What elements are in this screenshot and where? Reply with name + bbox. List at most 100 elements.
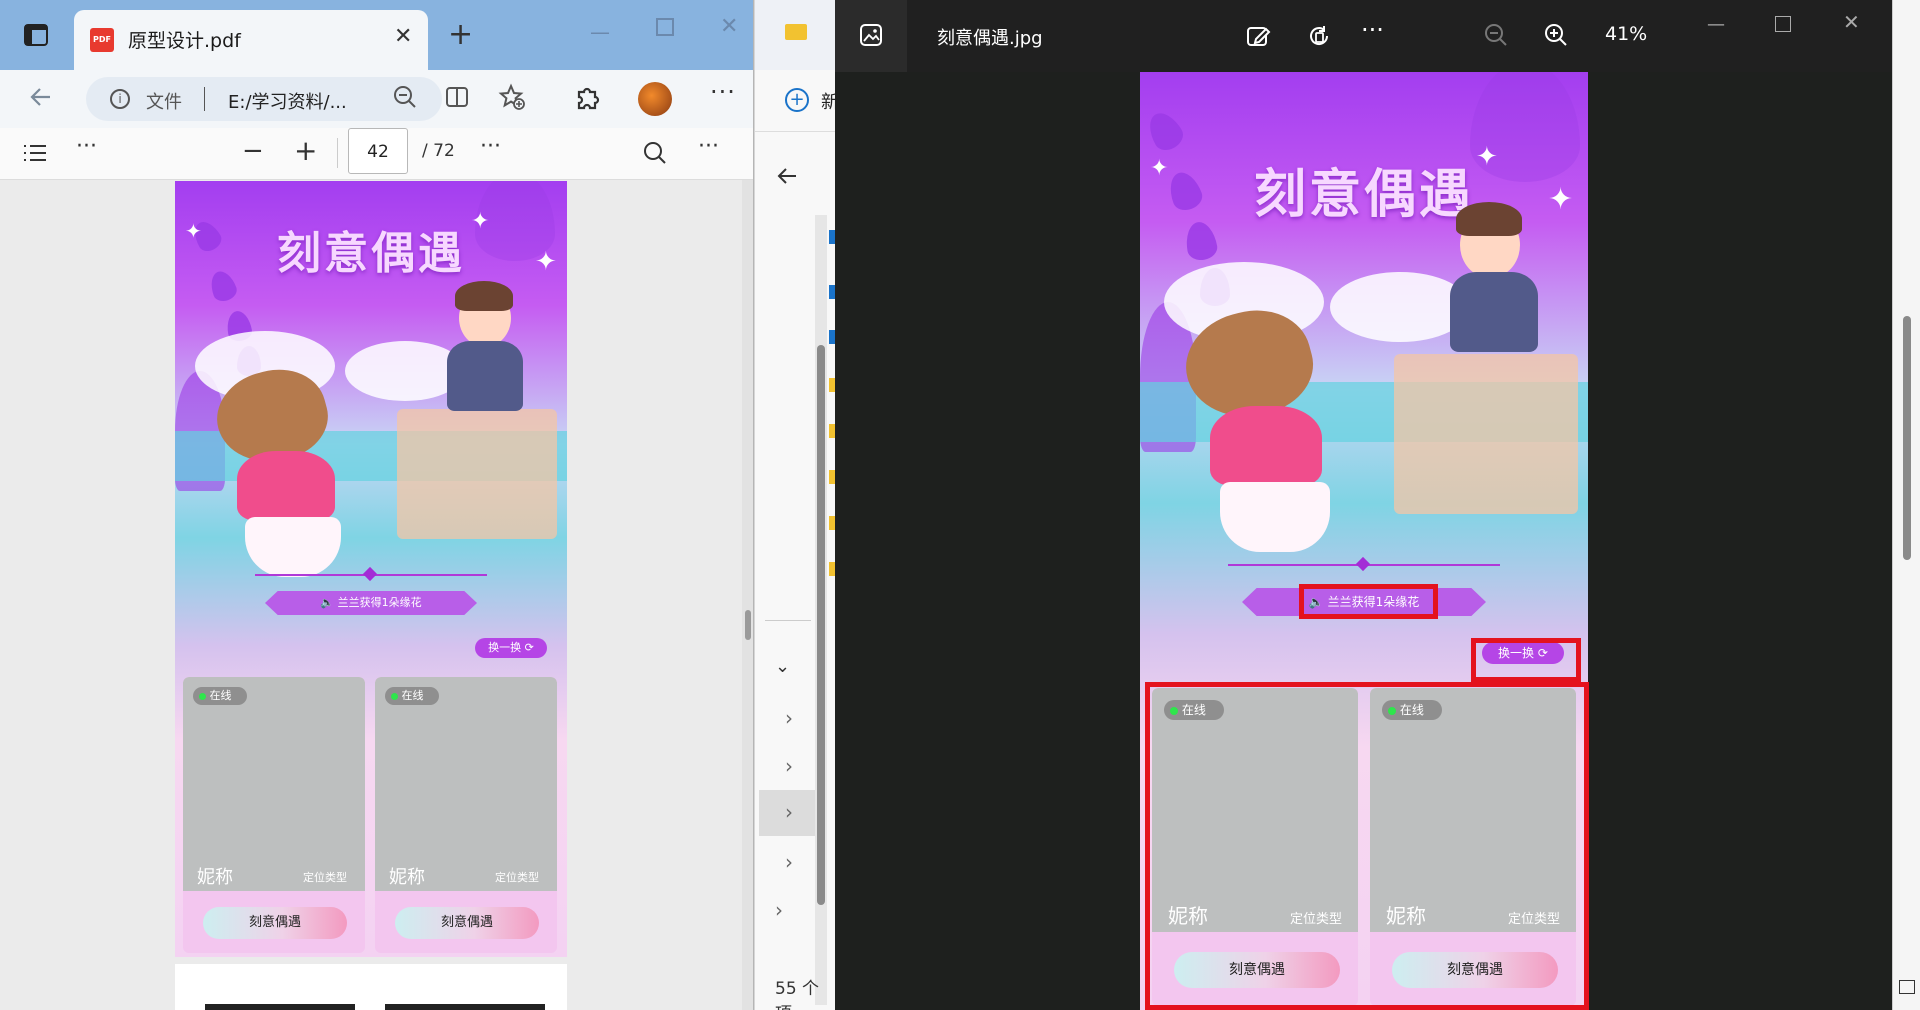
more-icon[interactable]: ··· bbox=[480, 134, 501, 159]
info-icon[interactable]: i bbox=[110, 89, 130, 109]
explorer-toolbar: + 新 bbox=[755, 70, 839, 130]
photos-app-icon bbox=[835, 0, 907, 72]
tab-title: 原型设计.pdf bbox=[128, 30, 241, 52]
split-screen-icon[interactable] bbox=[444, 84, 470, 110]
page-number-input[interactable]: 42 bbox=[348, 128, 408, 174]
nav-item-selected[interactable]: › bbox=[759, 790, 815, 836]
user-card[interactable]: 在线 妮称 定位类型 刻意偶遇 bbox=[183, 677, 365, 953]
pdf-toolbar: ··· − + 42 / 72 ··· ··· bbox=[0, 128, 753, 180]
chevron-right-icon[interactable]: › bbox=[785, 800, 793, 824]
toolbar-divider bbox=[337, 138, 338, 168]
pdf-page-poster: 刻意偶遇 ✦ ✦ ✦ 🔈 兰兰获得1朵缘花 换一换 ⟳ 在线 妮称 定位类型 刻… bbox=[175, 181, 567, 957]
zoom-in-icon[interactable] bbox=[1543, 22, 1569, 48]
chevron-right-icon[interactable]: › bbox=[785, 850, 793, 874]
back-arrow-icon[interactable] bbox=[28, 84, 54, 110]
highlight-cards bbox=[1145, 682, 1589, 1010]
scrollbar-thumb[interactable] bbox=[1903, 316, 1911, 560]
edit-image-icon[interactable] bbox=[1245, 22, 1273, 50]
tab-pdf[interactable]: PDF 原型设计.pdf ✕ bbox=[74, 10, 428, 70]
divider bbox=[765, 620, 811, 621]
folder-icon bbox=[785, 24, 807, 40]
meet-button[interactable]: 刻意偶遇 bbox=[395, 907, 539, 939]
photos-window: 刻意偶遇.jpg ··· 41% — ✕ 刻意偶遇 ✦ ✦ ✦ 🔈 兰兰获得1朵… bbox=[835, 0, 1892, 1010]
scrollbar[interactable] bbox=[742, 180, 753, 1010]
file-explorer-window: + 新 ⌄ › › › › › 55 个项 bbox=[755, 0, 839, 1010]
user-photo bbox=[375, 677, 557, 891]
image-icon bbox=[860, 24, 882, 46]
photo-file-name: 刻意偶遇.jpg bbox=[937, 28, 1043, 49]
swap-button[interactable]: 换一换 ⟳ bbox=[475, 638, 547, 658]
address-scheme: 文件 bbox=[146, 92, 182, 113]
more-icon[interactable]: ··· bbox=[710, 78, 736, 106]
rotate-icon[interactable] bbox=[1305, 22, 1333, 50]
user-card[interactable]: 在线 妮称 定位类型 刻意偶遇 bbox=[375, 677, 557, 953]
chevron-down-icon[interactable]: ⌄ bbox=[775, 656, 790, 677]
search-icon[interactable] bbox=[642, 140, 668, 166]
nickname: 妮称 bbox=[389, 867, 425, 888]
sparkle-icon: ✦ bbox=[1476, 142, 1498, 172]
minus-icon[interactable]: − bbox=[242, 136, 264, 166]
address-bar-row: i 文件 E:/学习资料/... ··· bbox=[0, 70, 753, 128]
chevron-right-icon[interactable]: › bbox=[785, 754, 793, 778]
chevron-right-icon[interactable]: › bbox=[785, 706, 793, 730]
chevron-right-icon[interactable]: › bbox=[775, 898, 783, 922]
background-window-edge bbox=[1892, 0, 1920, 1010]
address-path: E:/学习资料/... bbox=[228, 92, 347, 113]
more-icon[interactable]: ··· bbox=[1361, 16, 1384, 44]
highlight-announcement bbox=[1299, 584, 1438, 619]
more-icon[interactable]: ··· bbox=[698, 134, 719, 159]
user-photo bbox=[183, 677, 365, 891]
plus-icon[interactable]: + bbox=[448, 20, 473, 50]
announcement-banner: 🔈 兰兰获得1朵缘花 bbox=[265, 591, 477, 615]
minimize-icon[interactable]: — bbox=[590, 20, 610, 44]
maximize-icon[interactable] bbox=[1775, 16, 1791, 32]
zoom-level: 41% bbox=[1605, 23, 1648, 45]
nickname: 妮称 bbox=[197, 867, 233, 888]
scrollbar-thumb[interactable] bbox=[745, 610, 751, 640]
item-count: 55 个项 bbox=[775, 979, 820, 1010]
address-separator bbox=[204, 87, 205, 111]
pdf-viewer[interactable]: 刻意偶遇 ✦ ✦ ✦ 🔈 兰兰获得1朵缘花 换一换 ⟳ 在线 妮称 定位类型 刻… bbox=[0, 180, 753, 1010]
explorer-tabstrip bbox=[755, 0, 835, 70]
divider bbox=[755, 131, 835, 132]
sparkle-icon: ✦ bbox=[185, 219, 202, 243]
refresh-icon: ⟳ bbox=[524, 641, 534, 654]
list-icon[interactable] bbox=[22, 142, 48, 164]
nav-pane-scrollbar[interactable] bbox=[815, 215, 827, 1005]
sidebar-icon[interactable] bbox=[24, 24, 48, 46]
minimize-icon[interactable]: — bbox=[1707, 14, 1725, 35]
more-icon[interactable]: ··· bbox=[76, 134, 97, 159]
scrollbar-thumb[interactable] bbox=[817, 345, 825, 905]
sparkle-icon: ✦ bbox=[1548, 182, 1574, 217]
puzzle-icon[interactable] bbox=[574, 83, 602, 111]
zoom-out-icon[interactable] bbox=[1483, 22, 1509, 48]
plus-icon[interactable]: + bbox=[294, 134, 317, 167]
maximize-icon[interactable] bbox=[656, 18, 674, 36]
window-close-icon[interactable]: ✕ bbox=[1843, 10, 1860, 34]
avatar[interactable] bbox=[638, 82, 672, 116]
poster-title: 刻意偶遇 bbox=[277, 228, 465, 279]
sparkle-icon: ✦ bbox=[535, 247, 557, 277]
close-icon[interactable]: ✕ bbox=[394, 24, 412, 49]
pdf-file-icon: PDF bbox=[90, 28, 114, 52]
address-bar[interactable]: i 文件 E:/学习资料/... bbox=[86, 77, 442, 121]
back-arrow-icon[interactable] bbox=[775, 164, 799, 188]
sparkle-icon: ✦ bbox=[471, 209, 490, 234]
online-badge: 在线 bbox=[193, 687, 247, 705]
photos-titlebar: 刻意偶遇.jpg ··· 41% — ✕ bbox=[835, 0, 1892, 72]
photo-canvas[interactable]: 刻意偶遇 ✦ ✦ ✦ 🔈 兰兰获得1朵缘花 换一换 ⟳ 在线 妮称 定位类型 刻… bbox=[835, 72, 1892, 1010]
announcement-text: 兰兰获得1朵缘花 bbox=[337, 596, 422, 609]
view-icon[interactable] bbox=[1899, 980, 1915, 994]
meet-button[interactable]: 刻意偶遇 bbox=[203, 907, 347, 939]
location-type: 定位类型 bbox=[495, 871, 539, 884]
sparkle-icon: ✦ bbox=[1150, 156, 1169, 181]
online-badge: 在线 bbox=[385, 687, 439, 705]
swap-label: 换一换 bbox=[488, 641, 522, 654]
window-close-icon[interactable]: ✕ bbox=[720, 14, 738, 39]
page-total: / 72 bbox=[422, 141, 455, 161]
highlight-swap bbox=[1471, 638, 1581, 682]
favorite-add-icon[interactable] bbox=[498, 83, 526, 111]
zoom-out-icon[interactable] bbox=[392, 84, 418, 110]
new-icon[interactable]: + bbox=[785, 88, 809, 112]
edge-window: PDF 原型设计.pdf ✕ + — ✕ i 文件 E:/学习资料/... ··… bbox=[0, 0, 754, 1010]
